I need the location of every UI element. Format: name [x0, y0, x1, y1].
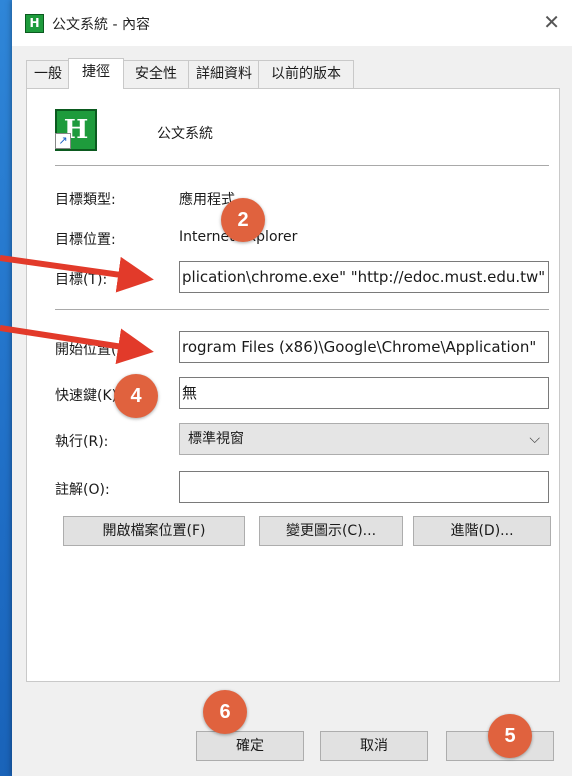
step-marker-4: 4	[114, 374, 158, 418]
step-marker-5: 5	[488, 714, 532, 758]
tab-security[interactable]: 安全性	[122, 60, 190, 88]
run-select[interactable]: 標準視窗 ⌵	[179, 423, 549, 455]
shortcut-name: 公文系統	[157, 126, 213, 142]
start-in-input[interactable]: rogram Files (x86)\Google\Chrome\Applica…	[179, 331, 549, 363]
close-button[interactable]: ✕	[543, 10, 560, 34]
app-icon: H	[25, 14, 44, 33]
target-location-label: 目標位置:	[55, 232, 116, 248]
tab-shortcut[interactable]: 捷徑	[68, 58, 124, 89]
window-title: 公文系統 - 內容	[52, 17, 150, 33]
tab-previous-versions[interactable]: 以前的版本	[258, 60, 354, 88]
run-label: 執行(R):	[55, 434, 109, 450]
cancel-button[interactable]: 取消	[320, 731, 428, 761]
advanced-button[interactable]: 進階(D)...	[413, 516, 551, 546]
divider	[55, 165, 549, 166]
target-label: 目標(T):	[55, 272, 108, 288]
change-icon-button[interactable]: 變更圖示(C)...	[259, 516, 403, 546]
shortcut-panel: H ↗ 公文系統 目標類型: 應用程式 目標位置: Internet Explo…	[26, 88, 560, 682]
properties-window: H 公文系統 - 內容 ✕ 一般 捷徑 安全性 詳細資料 以前的版本 H ↗ 公…	[12, 0, 572, 776]
run-select-value: 標準視窗	[188, 431, 244, 447]
open-file-location-button[interactable]: 開啟檔案位置(F)	[63, 516, 245, 546]
chevron-down-icon: ⌵	[529, 431, 540, 447]
divider	[55, 309, 549, 310]
target-input[interactable]: plication\chrome.exe" "http://edoc.must.…	[179, 261, 549, 293]
shortcut-overlay-icon: ↗	[55, 133, 71, 149]
ok-button[interactable]: 確定	[196, 731, 304, 761]
step-marker-6: 6	[203, 690, 247, 734]
comment-label: 註解(O):	[55, 482, 110, 498]
step-marker-2: 2	[221, 198, 265, 242]
hotkey-label: 快速鍵(K):	[55, 388, 122, 404]
start-in-label: 開始位置(S):	[55, 342, 136, 358]
tab-details[interactable]: 詳細資料	[188, 60, 260, 88]
target-type-label: 目標類型:	[55, 192, 116, 208]
comment-input[interactable]	[179, 471, 549, 503]
hotkey-input[interactable]: 無	[179, 377, 549, 409]
tab-general[interactable]: 一般	[26, 60, 70, 88]
title-bar: H 公文系統 - 內容 ✕	[12, 0, 572, 46]
